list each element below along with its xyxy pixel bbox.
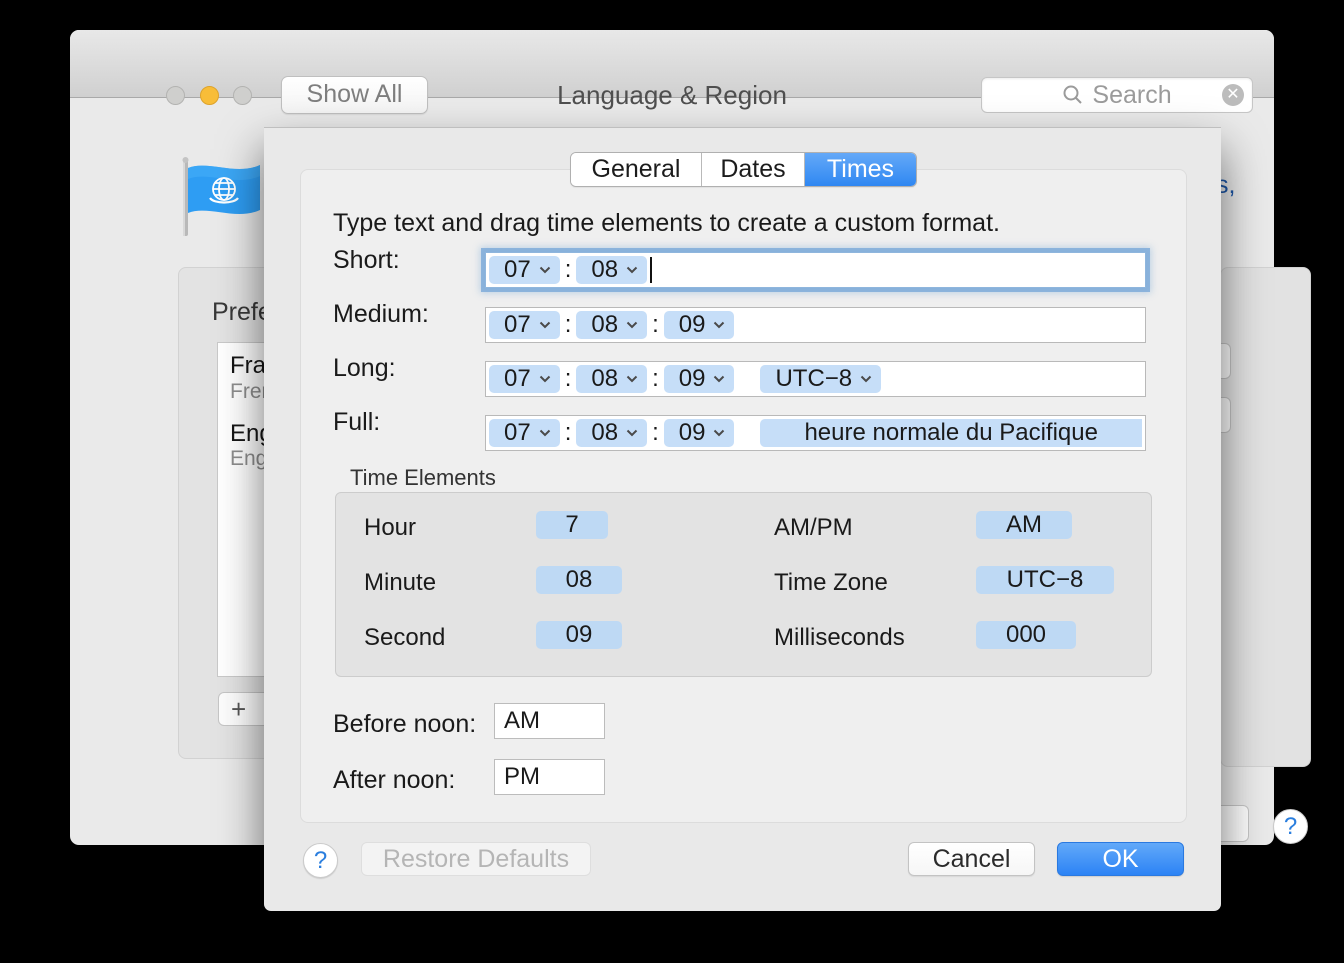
hidden-button-edge — [1220, 397, 1231, 433]
separator-text: : — [652, 419, 659, 447]
separator-text: : — [652, 311, 659, 339]
chevron-down-icon — [713, 321, 725, 329]
search-input[interactable]: Search ✕ — [981, 77, 1253, 113]
time-token-minute[interactable]: 08 — [576, 256, 647, 284]
time-token-hour[interactable]: 07 — [489, 419, 560, 447]
add-icon: + — [231, 694, 246, 724]
custom-format-sheet: General Dates Times Type text and drag t… — [264, 127, 1221, 911]
separator-text: : — [565, 256, 572, 284]
medium-format-field[interactable]: 07 : 08 : 09 — [485, 307, 1146, 343]
after-noon-label: After noon: — [333, 766, 455, 795]
screen: Show All Language & Region Search ✕ — [0, 0, 1344, 963]
timezone-token[interactable]: UTC−8 — [976, 566, 1114, 594]
tab-times[interactable]: Times — [805, 153, 916, 186]
medium-label: Medium: — [333, 300, 429, 329]
after-noon-input[interactable]: PM — [494, 759, 605, 795]
long-label: Long: — [333, 354, 396, 383]
milliseconds-token[interactable]: 000 — [976, 621, 1076, 649]
time-elements-title: Time Elements — [350, 465, 496, 491]
chevron-down-icon — [860, 375, 872, 383]
long-format-field[interactable]: 07 : 08 : 09 UTC−8 — [485, 361, 1146, 397]
before-noon-label: Before noon: — [333, 710, 476, 739]
second-token[interactable]: 09 — [536, 621, 622, 649]
format-tabs: General Dates Times — [570, 152, 917, 187]
tab-dates[interactable]: Dates — [702, 153, 805, 186]
chevron-down-icon — [713, 375, 725, 383]
milliseconds-label: Milliseconds — [774, 624, 905, 652]
list-item-subtitle: Eng — [230, 447, 267, 471]
time-token-second[interactable]: 09 — [664, 365, 735, 393]
time-token-timezone-name[interactable]: heure normale du Pacifique — [760, 419, 1142, 447]
time-token-minute[interactable]: 08 — [576, 419, 647, 447]
minute-token[interactable]: 08 — [536, 566, 622, 594]
hidden-button-edge — [1220, 343, 1231, 379]
time-token-minute[interactable]: 08 — [576, 365, 647, 393]
language-region-window: Show All Language & Region Search ✕ — [70, 30, 1274, 845]
hour-label: Hour — [364, 514, 416, 542]
full-format-field[interactable]: 07 : 08 : 09 heure normale du Pacifique — [485, 415, 1146, 451]
tab-general[interactable]: General — [571, 153, 702, 186]
chevron-down-icon — [539, 375, 551, 383]
full-label: Full: — [333, 408, 380, 437]
restore-defaults-button[interactable]: Restore Defaults — [361, 842, 591, 876]
time-token-hour[interactable]: 07 — [489, 365, 560, 393]
right-groupbox — [1220, 267, 1311, 767]
short-format-field[interactable]: 07 : 08 — [485, 252, 1146, 288]
clear-icon[interactable]: ✕ — [1222, 84, 1244, 106]
chevron-down-icon — [626, 321, 638, 329]
minute-label: Minute — [364, 569, 436, 597]
short-label: Short: — [333, 246, 400, 275]
preferred-languages-label: Prefe — [212, 298, 272, 327]
separator-text: : — [652, 365, 659, 393]
hour-token[interactable]: 7 — [536, 511, 608, 539]
pane-help-button[interactable]: ? — [1273, 809, 1308, 844]
search-icon — [1062, 84, 1084, 106]
cancel-button[interactable]: Cancel — [908, 842, 1035, 876]
hidden-button-edge — [1220, 805, 1249, 842]
help-icon: ? — [1284, 813, 1297, 840]
text-cursor — [650, 257, 652, 283]
chevron-down-icon — [539, 429, 551, 437]
list-item[interactable]: Fra — [230, 352, 266, 380]
ok-button[interactable]: OK — [1057, 842, 1184, 876]
chevron-down-icon — [539, 266, 551, 274]
chevron-down-icon — [539, 321, 551, 329]
toolbar: Show All Language & Region Search ✕ — [70, 30, 1274, 98]
separator-text: : — [565, 365, 572, 393]
ampm-token[interactable]: AM — [976, 511, 1072, 539]
separator-text: : — [565, 311, 572, 339]
time-token-minute[interactable]: 08 — [576, 311, 647, 339]
chevron-down-icon — [626, 375, 638, 383]
time-token-hour[interactable]: 07 — [489, 256, 560, 284]
timezone-label: Time Zone — [774, 569, 888, 597]
second-label: Second — [364, 624, 445, 652]
search-placeholder: Search — [1092, 81, 1171, 110]
ampm-label: AM/PM — [774, 514, 853, 542]
time-token-second[interactable]: 09 — [664, 311, 735, 339]
sheet-help-button[interactable]: ? — [303, 843, 338, 878]
time-token-timezone[interactable]: UTC−8 — [760, 365, 881, 393]
chevron-down-icon — [626, 266, 638, 274]
un-flag-icon — [180, 156, 264, 243]
chevron-down-icon — [713, 429, 725, 437]
chevron-down-icon — [626, 429, 638, 437]
instruction-text: Type text and drag time elements to crea… — [333, 209, 1000, 238]
time-token-hour[interactable]: 07 — [489, 311, 560, 339]
time-token-second[interactable]: 09 — [664, 419, 735, 447]
separator-text: : — [565, 419, 572, 447]
help-icon: ? — [314, 847, 327, 874]
before-noon-input[interactable]: AM — [494, 703, 605, 739]
time-elements-box: Hour 7 AM/PM AM Minute 08 Time Zone UTC−… — [335, 492, 1152, 677]
